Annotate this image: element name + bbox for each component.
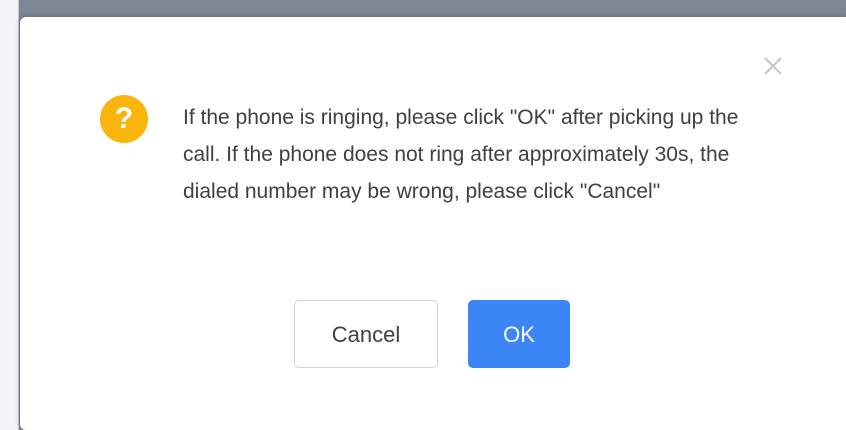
ok-button[interactable]: OK — [468, 300, 570, 368]
dialog-message: If the phone is ringing, please click "O… — [183, 106, 739, 203]
cancel-button[interactable]: Cancel — [294, 300, 438, 368]
confirm-call-dialog: ? If the phone is ringing, please click … — [20, 17, 846, 430]
close-button[interactable] — [762, 55, 784, 77]
close-icon — [764, 57, 782, 75]
background-page-edge — [0, 0, 19, 430]
question-warning-icon: ? — [100, 95, 148, 143]
